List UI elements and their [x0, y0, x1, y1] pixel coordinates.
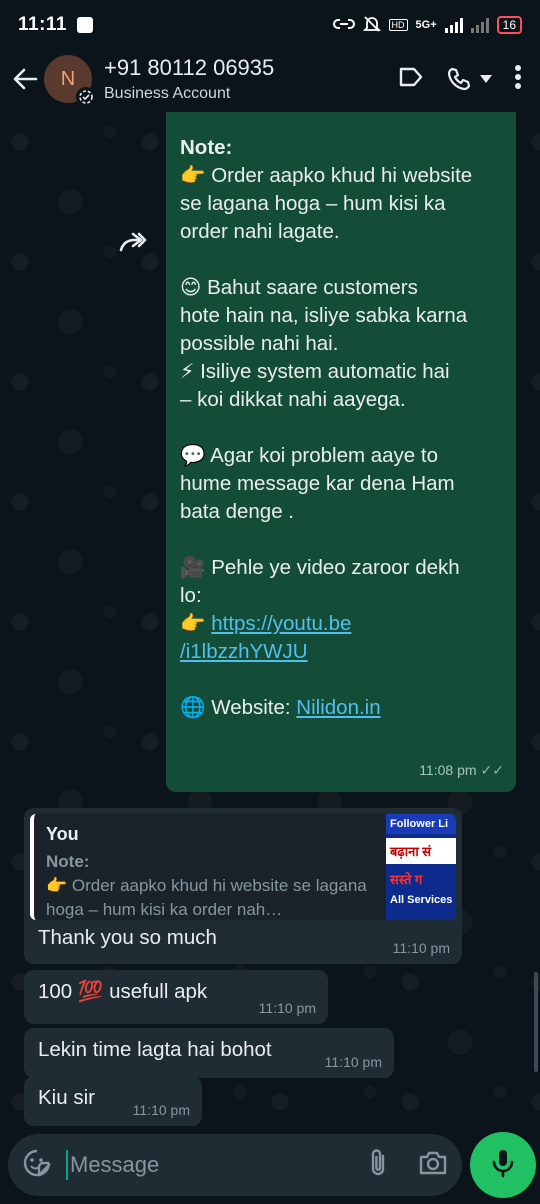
- message-time: 11:10 pm: [132, 1102, 190, 1118]
- label-icon[interactable]: [398, 66, 424, 93]
- voice-message-button[interactable]: [470, 1132, 536, 1198]
- incoming-message-bubble[interactable]: Kiu sir 11:10 pm: [24, 1076, 202, 1126]
- header-actions: [398, 64, 530, 95]
- chat-header: N +91 80112 06935 Business Account: [0, 46, 540, 112]
- camera-icon[interactable]: [418, 1150, 448, 1181]
- avatar[interactable]: N: [44, 55, 96, 107]
- quote-thumbnail: Follower Li बढ़ाना सं सस्ते ग All Servic…: [386, 814, 456, 920]
- message-time: 11:10 pm: [258, 1000, 316, 1016]
- message-text: 100 💯 usefull apk: [38, 980, 208, 1003]
- website-link[interactable]: Nilidon.in: [296, 696, 380, 719]
- more-options-icon[interactable]: [514, 64, 522, 95]
- microphone-icon: [491, 1148, 515, 1183]
- quote-title: Note:: [46, 852, 90, 871]
- incoming-reply-bubble[interactable]: You Note: 👉 Order aapko khud hi website …: [24, 808, 462, 964]
- battery-indicator: 16: [496, 16, 522, 34]
- composer-actions: [366, 1148, 448, 1183]
- signal-icon: [444, 17, 463, 33]
- outgoing-message-bubble[interactable]: Note: 👉 Order aapko khud hi website se l…: [166, 112, 516, 792]
- thumb-text: सस्ते ग: [390, 872, 423, 887]
- message-line: order nahi lagate.: [180, 220, 340, 243]
- read-ticks-icon: ✓✓: [480, 762, 504, 778]
- scrollbar[interactable]: [534, 972, 538, 1072]
- business-badge-icon: [76, 87, 96, 107]
- avatar-letter: N: [60, 67, 76, 90]
- chat-area[interactable]: Note: 👉 Order aapko khud hi website se l…: [0, 112, 540, 1132]
- message-composer: [8, 1134, 462, 1196]
- message-line: 😊 Bahut saare customers: [180, 276, 418, 299]
- message-line: ⚡ Isiliye system automatic hai: [180, 360, 450, 383]
- message-time: 11:10 pm: [324, 1054, 382, 1070]
- forward-icon[interactable]: [118, 230, 148, 259]
- back-arrow-icon[interactable]: [10, 64, 40, 94]
- message-line: 💬 Agar koi problem aaye to: [180, 444, 438, 467]
- call-dropdown-icon: [480, 75, 492, 83]
- message-line: 👉 Order aapko khud hi website: [180, 164, 473, 187]
- contact-name: +91 80112 06935: [104, 55, 275, 80]
- youtube-link-line-2: /i1lbzzhYWJU: [180, 638, 502, 666]
- message-text: Kiu sir: [38, 1086, 95, 1109]
- incoming-message-bubble[interactable]: Lekin time lagta hai bohot 11:10 pm: [24, 1028, 394, 1078]
- link-icon: [332, 16, 355, 35]
- message-line: hume message kar dena Ham: [180, 472, 455, 495]
- status-bar: 11:11 HD 5G+ 16: [0, 0, 540, 50]
- voice-call-icon[interactable]: [446, 66, 492, 92]
- message-line: Note:: [180, 136, 233, 159]
- contact-info[interactable]: +91 80112 06935 Business Account: [104, 55, 274, 103]
- thumb-text: All Services: [390, 894, 453, 906]
- message-text: Thank you so much: [38, 926, 217, 949]
- website-line: 🌐 Website: Nilidon.in: [180, 694, 502, 722]
- quoted-message[interactable]: You Note: 👉 Order aapko khud hi website …: [30, 814, 456, 920]
- message-line: possible nahi hai.: [180, 332, 339, 355]
- youtube-link[interactable]: https://youtu.be: [211, 612, 351, 635]
- message-input[interactable]: [66, 1150, 358, 1180]
- message-time: 11:10 pm: [392, 940, 450, 956]
- message-line: lo:: [180, 584, 202, 607]
- attach-icon[interactable]: [366, 1148, 390, 1183]
- message-line: hote hain na, isliye sabka karna: [180, 304, 468, 327]
- status-icons: HD 5G+ 16: [332, 15, 522, 36]
- youtube-link-continued[interactable]: /i1lbzzhYWJU: [180, 640, 308, 663]
- message-meta: 11:08 pm ✓✓: [419, 756, 504, 784]
- status-time: 11:11: [18, 14, 67, 35]
- mute-icon: [362, 15, 381, 36]
- network-type: 5G+: [415, 19, 437, 31]
- thumb-text: Follower Li: [386, 814, 456, 834]
- website-prefix: 🌐 Website:: [180, 696, 297, 719]
- volte-icon: HD: [388, 19, 408, 31]
- sticker-icon[interactable]: [22, 1148, 52, 1183]
- youtube-link-line: 👉 https://youtu.be: [180, 610, 502, 638]
- quote-author: You: [46, 824, 79, 844]
- thumb-text: बढ़ाना सं: [386, 838, 456, 864]
- message-line: bata denge .: [180, 500, 294, 523]
- message-line: se lagana hoga – hum kisi ka: [180, 192, 446, 215]
- message-time: 11:08 pm: [419, 762, 477, 778]
- contact-subtitle: Business Account: [104, 85, 231, 102]
- message-text: Lekin time lagta hai bohot: [38, 1038, 272, 1061]
- link-prefix: 👉: [180, 612, 212, 635]
- notification-icon: [77, 17, 93, 33]
- message-line: 🎥 Pehle ye video zaroor dekh: [180, 556, 460, 579]
- quote-text: 👉 Order aapko khud hi website se lagana …: [46, 876, 367, 919]
- message-line: – koi dikkat nahi aayega.: [180, 388, 406, 411]
- incoming-message-bubble[interactable]: 100 💯 usefull apk 11:10 pm: [24, 970, 328, 1024]
- signal-2-icon: [470, 17, 489, 33]
